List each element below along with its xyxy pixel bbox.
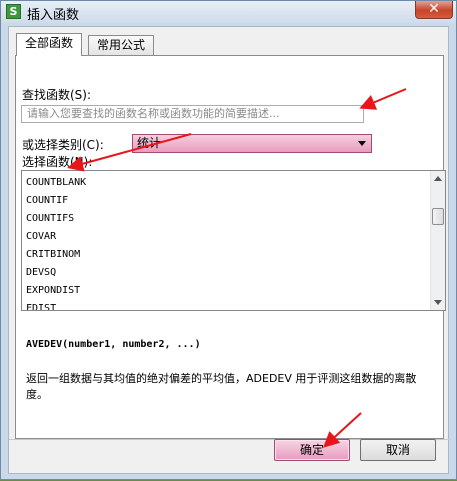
ok-button[interactable]: 确定 [274, 439, 350, 461]
chevron-down-icon [358, 141, 366, 146]
list-item[interactable]: COUNTIFS [26, 213, 74, 224]
list-item[interactable]: FDIST [26, 303, 56, 310]
cancel-button[interactable]: 取消 [360, 439, 436, 461]
function-list[interactable]: COUNTBLANK COUNTIF COUNTIFS COVAR CRITBI… [21, 170, 446, 311]
list-item[interactable]: EXPONDIST [26, 285, 80, 296]
category-label: 或选择类别(C): [22, 138, 104, 152]
list-item[interactable]: COVAR [26, 231, 56, 242]
function-signature: AVEDEV(number1, number2, ...) [26, 339, 201, 350]
scroll-down-icon[interactable] [434, 300, 442, 305]
function-list-label: 选择函数(N): [22, 155, 93, 169]
title-bar[interactable]: S 插入函数 ✕ [1, 1, 456, 23]
list-item[interactable]: COUNTIF [26, 195, 68, 206]
insert-function-dialog: S 插入函数 ✕ 全部函数 常用公式 查找函数(S): 请输入您要查找的函数名称… [0, 0, 457, 480]
function-description: 返回一组数据与其均值的绝对偏差的平均值，ADEDEV 用于评测这组数据的离散度。 [26, 372, 417, 401]
tab-panel: 查找函数(S): 请输入您要查找的函数名称或函数功能的简要描述... 或选择类别… [15, 55, 446, 439]
search-input[interactable]: 请输入您要查找的函数名称或函数功能的简要描述... [21, 105, 364, 123]
app-icon: S [6, 4, 21, 19]
dialog-body: 全部函数 常用公式 查找函数(S): 请输入您要查找的函数名称或函数功能的简要描… [8, 26, 450, 474]
tab-common-formulas[interactable]: 常用公式 [88, 35, 155, 55]
category-select[interactable]: 统计 [132, 134, 372, 153]
list-item[interactable]: COUNTBLANK [26, 177, 86, 188]
list-item[interactable]: CRITBINOM [26, 249, 80, 260]
search-label: 查找函数(S): [22, 88, 92, 102]
scroll-up-icon[interactable] [434, 176, 442, 181]
close-button[interactable]: ✕ [415, 1, 453, 19]
tab-all-functions[interactable]: 全部函数 [16, 33, 83, 56]
category-selected-value: 统计 [137, 136, 162, 150]
list-scrollbar[interactable] [430, 171, 445, 310]
scroll-thumb[interactable] [432, 208, 444, 225]
list-item[interactable]: DEVSQ [26, 267, 56, 278]
dialog-title: 插入函数 [27, 8, 80, 23]
